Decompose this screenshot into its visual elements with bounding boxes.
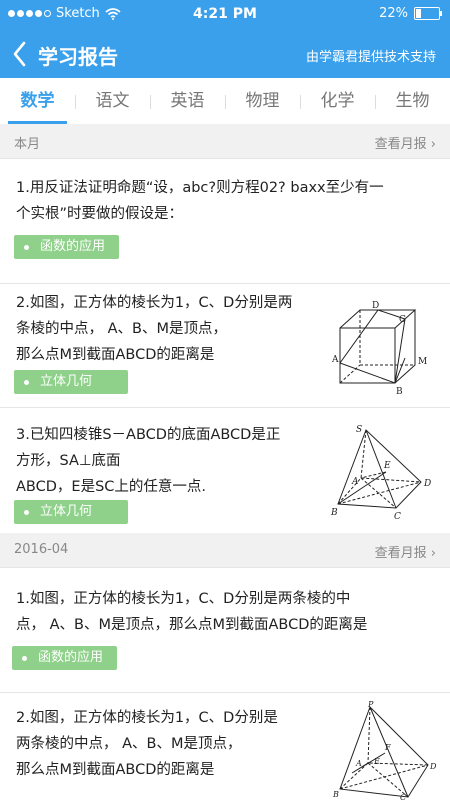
tab-biology[interactable]: 生物: [375, 78, 450, 124]
chevron-right-icon: ›: [430, 137, 436, 152]
chevron-left-icon: [13, 41, 26, 67]
question-line: 两条棱的中点， A、B、M是顶点，: [16, 736, 242, 752]
vertex-label: P: [367, 701, 374, 709]
status-bar: Sketch 4:21 PM 22%: [0, 0, 450, 30]
question-line: 1.用反证法证明命题“设，abc?则方程02? baxx至少有一: [16, 180, 384, 196]
tab-label: 物理: [245, 91, 280, 111]
vertex-label: M: [418, 357, 427, 367]
question-line: 点， A、B、M是顶点，那么点M到截面ABCD的距离是: [16, 617, 368, 633]
question-text: 1.如图，正方体的棱长为1，C、D分别是两条棱的中 点， A、B、M是顶点，那么…: [16, 586, 436, 638]
navigation-bar: 学习报告 由学霸君提供技术支持: [0, 30, 450, 78]
vertex-label: B: [330, 508, 338, 518]
topic-tag: 立体几何: [14, 500, 128, 524]
question-line: 3.已知四棱锥S－ABCD的底面ABCD是正: [16, 427, 281, 443]
battery-percent: 22%: [379, 6, 408, 21]
question-text: 2.如图，正方体的棱长为1，C、D分别是两 条棱的中点， A、B、M是顶点， 那…: [16, 290, 326, 368]
tab-label: 数学: [20, 91, 55, 111]
topic-tag: 立体几何: [14, 370, 128, 394]
section-label: 本月: [14, 137, 41, 152]
pyramid-figure: S E A D B C: [330, 425, 431, 522]
vertex-label: C: [399, 315, 406, 325]
vertex-label: A: [331, 355, 339, 365]
section-header-this-month: 本月 查看月报 ›: [0, 124, 450, 159]
vertex-label: C: [394, 512, 401, 522]
tech-support-text: 由学霸君提供技术支持: [305, 50, 436, 65]
tab-math[interactable]: 数学: [0, 78, 75, 124]
link-text: 查看月报: [374, 546, 427, 561]
question-card[interactable]: 2.如图，正方体的棱长为1，C、D分别是 两条棱的中点， A、B、M是顶点， 那…: [0, 693, 450, 800]
question-line: 2.如图，正方体的棱长为1，C、D分别是: [16, 710, 278, 726]
question-card[interactable]: 2.如图，正方体的棱长为1，C、D分别是两 条棱的中点， A、B、M是顶点， 那…: [0, 284, 450, 408]
vertex-label: A: [351, 477, 359, 487]
question-line: 方形，SA⊥底面: [16, 453, 121, 469]
tab-english[interactable]: 英语: [150, 78, 225, 124]
question-card[interactable]: 1.用反证法证明命题“设，abc?则方程02? baxx至少有一 个实根”时要做…: [0, 159, 450, 284]
view-monthly-report-link[interactable]: 查看月报 ›: [375, 133, 436, 152]
vertex-label: C: [400, 793, 406, 800]
pyramid-figure-2: P F A E D B C: [332, 701, 437, 800]
topic-tag: 函数的应用: [12, 646, 118, 670]
tab-label: 生物: [395, 91, 430, 111]
vertex-label: E: [383, 461, 391, 471]
chevron-right-icon: ›: [430, 546, 436, 561]
view-monthly-report-link[interactable]: 查看月报 ›: [375, 542, 436, 561]
battery-icon: [414, 7, 442, 20]
tab-label: 化学: [320, 91, 355, 111]
question-line: 个实根”时要做的假设是：: [16, 206, 184, 222]
vertex-label: E: [373, 757, 380, 766]
section-header-2016-04: 2016-04 查看月报 ›: [0, 533, 450, 568]
tab-chemistry[interactable]: 化学: [300, 78, 375, 124]
vertex-label: S: [356, 425, 362, 435]
vertex-label: B: [332, 790, 339, 799]
cube-figure: D C A M B: [331, 301, 427, 397]
battery-group: 22%: [379, 6, 442, 21]
vertex-label: B: [396, 387, 403, 397]
tab-label: 英语: [170, 91, 205, 111]
vertex-label: D: [429, 762, 437, 771]
vertex-label: D: [372, 301, 379, 311]
tab-physics[interactable]: 物理: [225, 78, 300, 124]
question-line: ABCD，E是SC上的任意一点.: [16, 479, 207, 495]
vertex-label: A: [355, 759, 362, 768]
question-text: 2.如图，正方体的棱长为1，C、D分别是 两条棱的中点， A、B、M是顶点， 那…: [16, 705, 326, 783]
question-text: 1.用反证法证明命题“设，abc?则方程02? baxx至少有一 个实根”时要做…: [16, 175, 436, 227]
tab-chinese[interactable]: 语文: [75, 78, 150, 124]
vertex-label: D: [423, 479, 431, 489]
question-line: 那么点M到截面ABCD的距离是: [16, 347, 215, 363]
question-line: 那么点M到截面ABCD的距离是: [16, 762, 215, 778]
topic-tag: 函数的应用: [14, 235, 120, 259]
section-label: 2016-04: [14, 542, 69, 557]
vertex-label: F: [384, 743, 391, 752]
page-title: 学习报告: [38, 45, 118, 69]
question-card[interactable]: 1.如图，正方体的棱长为1，C、D分别是两条棱的中 点， A、B、M是顶点，那么…: [0, 568, 450, 693]
tab-label: 语文: [95, 91, 130, 111]
question-line: 1.如图，正方体的棱长为1，C、D分别是两条棱的中: [16, 591, 351, 607]
question-text: 3.已知四棱锥S－ABCD的底面ABCD是正 方形，SA⊥底面 ABCD，E是S…: [16, 422, 316, 500]
link-text: 查看月报: [374, 137, 427, 152]
subject-tabs: 数学 语文 英语 物理 化学 生物: [0, 78, 450, 125]
question-line: 2.如图，正方体的棱长为1，C、D分别是两: [16, 295, 293, 311]
question-card[interactable]: 3.已知四棱锥S－ABCD的底面ABCD是正 方形，SA⊥底面 ABCD，E是S…: [0, 408, 450, 537]
question-line: 条棱的中点， A、B、M是顶点，: [16, 321, 227, 337]
